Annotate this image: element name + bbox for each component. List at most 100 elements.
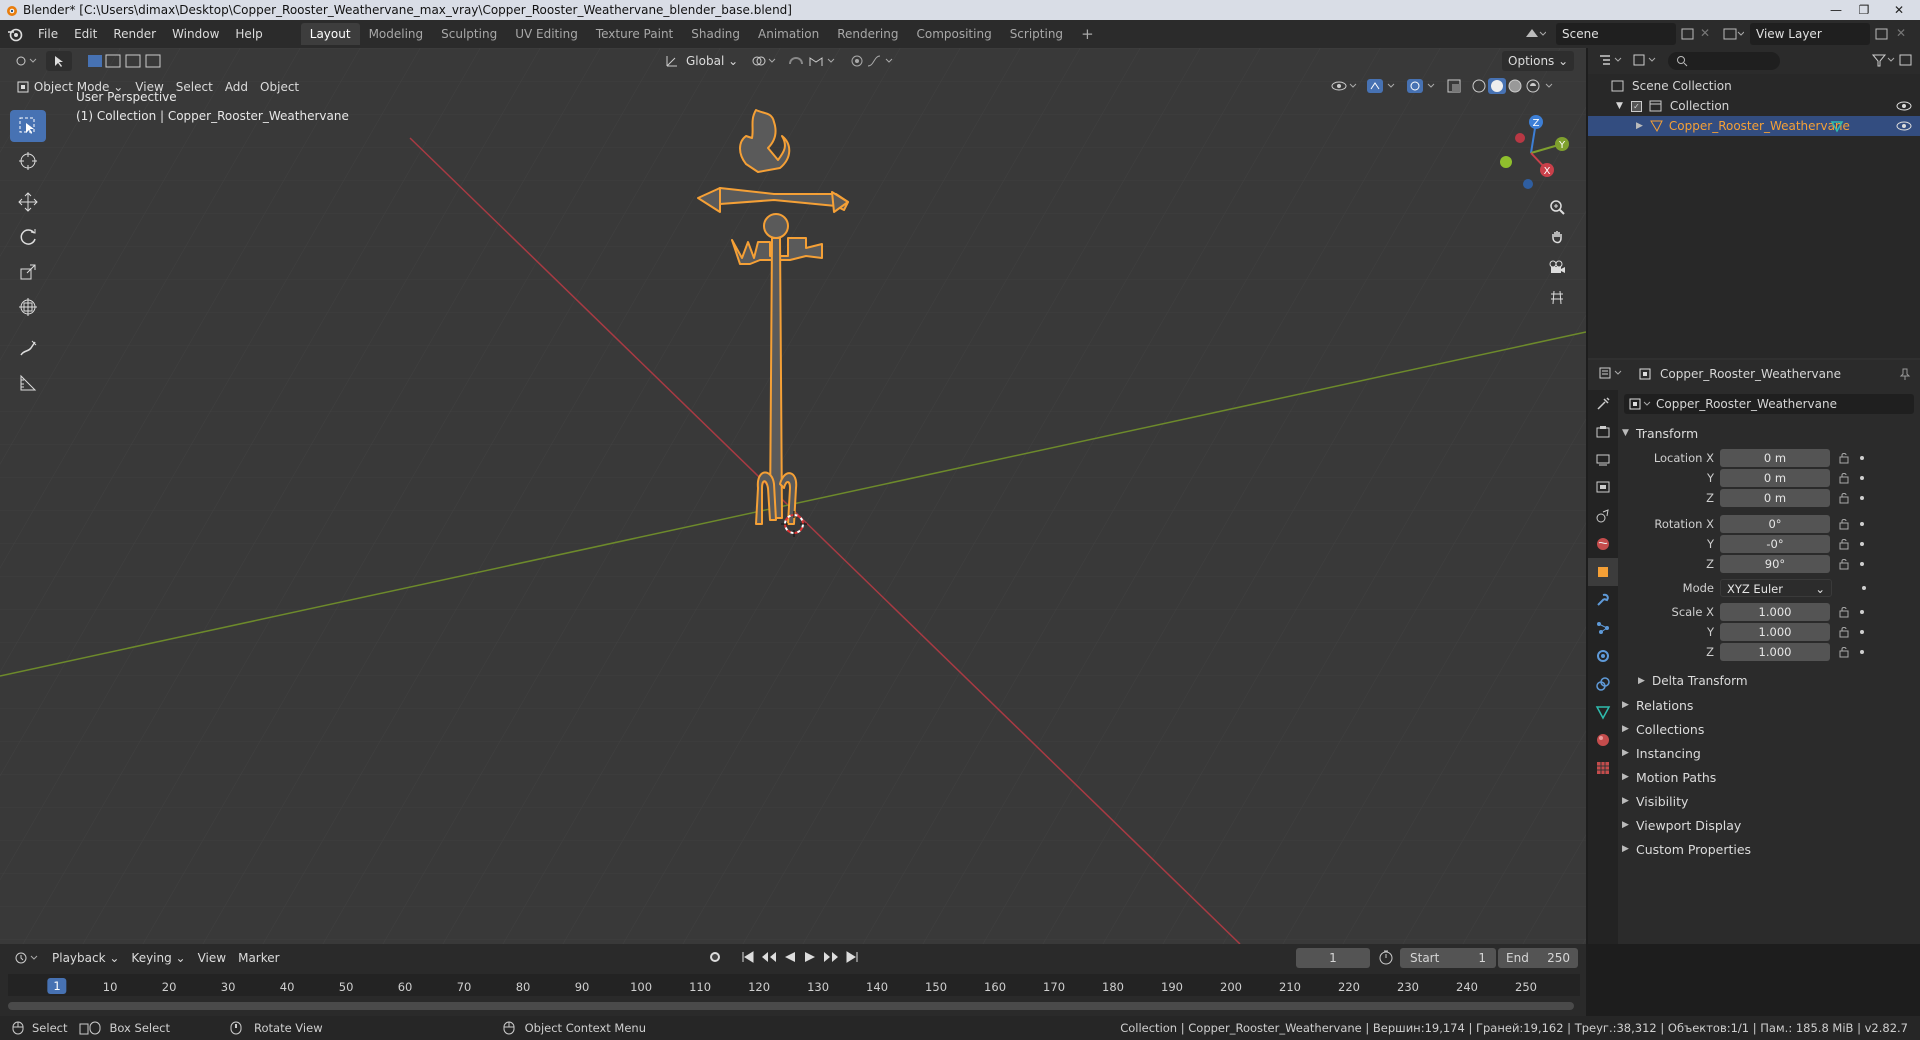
lock-icon[interactable]	[1838, 538, 1850, 550]
object-name-field[interactable]: Copper_Rooster_Weathervane	[1624, 394, 1914, 414]
snap-icon[interactable]	[782, 51, 844, 71]
timeline-scrollbar[interactable]	[8, 1002, 1574, 1010]
timeline-keying-menu[interactable]: Keying ⌄	[125, 948, 191, 968]
annotate-tool-icon[interactable]	[10, 332, 46, 364]
collection-checkbox[interactable]: ✓	[1630, 100, 1642, 112]
prev-keyframe-icon[interactable]	[760, 949, 778, 968]
jump-start-icon[interactable]	[740, 949, 756, 968]
lock-icon[interactable]	[1838, 606, 1850, 618]
properties-editor-icon[interactable]	[1598, 366, 1624, 383]
menu-edit[interactable]: Edit	[66, 27, 105, 41]
tab-layout[interactable]: Layout	[300, 23, 360, 45]
relations-panel-header[interactable]: ▶ Relations	[1622, 694, 1920, 716]
outliner-scene-collection[interactable]: Scene Collection	[1588, 76, 1920, 96]
tab-modeling[interactable]: Modeling	[360, 23, 433, 45]
delta-transform-header[interactable]: ▶ Delta Transform	[1638, 670, 1920, 692]
minimize-button[interactable]: —	[1822, 1, 1850, 19]
weathervane-object[interactable]	[694, 108, 894, 528]
motion-paths-panel-header[interactable]: ▶ Motion Paths	[1622, 766, 1920, 788]
rotate-tool-icon[interactable]	[10, 221, 46, 253]
scale-x-field[interactable]: 1.000	[1720, 603, 1830, 621]
viewport-menu-object[interactable]: Object	[254, 77, 305, 97]
keyframe-dot-icon[interactable]	[1860, 456, 1864, 460]
collection-visibility-icon[interactable]	[1896, 100, 1912, 112]
lock-icon[interactable]	[1838, 558, 1850, 570]
lock-icon[interactable]	[1838, 472, 1850, 484]
rotation-y-field[interactable]: -0°	[1720, 535, 1830, 553]
measure-tool-icon[interactable]	[10, 367, 46, 399]
scale-z-field[interactable]: 1.000	[1720, 643, 1830, 661]
select-box-tool-icon[interactable]	[10, 110, 46, 142]
lock-icon[interactable]	[1838, 518, 1850, 530]
object-visibility-icon[interactable]	[1896, 120, 1912, 132]
scene-field[interactable]: Scene	[1556, 23, 1676, 45]
output-tab-icon[interactable]	[1588, 446, 1618, 474]
transform-panel-header[interactable]: ▼ Transform	[1622, 422, 1920, 444]
viewport-menu-select[interactable]: Select	[170, 77, 219, 97]
keyframe-dot-icon[interactable]	[1860, 650, 1864, 654]
keyframe-dot-icon[interactable]	[1860, 630, 1864, 634]
gizmo-toggle-icon[interactable]	[1366, 78, 1400, 97]
3d-viewport[interactable]: Global ⌄ Options ⌄ Object Mode ⌄ View Se…	[0, 48, 1586, 944]
close-button[interactable]: ✕	[1878, 1, 1920, 19]
constraints-tab-icon[interactable]	[1588, 670, 1618, 698]
visibility-icon[interactable]	[1330, 78, 1360, 97]
lock-icon[interactable]	[1838, 626, 1850, 638]
tab-animation[interactable]: Animation	[749, 23, 828, 45]
material-tab-icon[interactable]	[1588, 726, 1618, 754]
tab-rendering[interactable]: Rendering	[828, 23, 907, 45]
view-layer-icon[interactable]	[1722, 26, 1745, 45]
timeline-marker-menu[interactable]: Marker	[232, 948, 285, 968]
location-y-field[interactable]: 0 m	[1720, 469, 1830, 487]
cursor-tool-icon[interactable]	[10, 145, 46, 177]
overlays-icon[interactable]	[1406, 78, 1440, 97]
world-tab-icon[interactable]	[1588, 530, 1618, 558]
location-x-field[interactable]: 0 m	[1720, 449, 1830, 467]
custom-properties-panel-header[interactable]: ▶ Custom Properties	[1622, 838, 1920, 860]
scene-tab-icon[interactable]	[1588, 502, 1618, 530]
lock-icon[interactable]	[1838, 452, 1850, 464]
tool-tab-icon[interactable]	[1588, 390, 1618, 418]
outliner-object-row[interactable]: ▶ Copper_Rooster_Weathervane	[1588, 116, 1920, 136]
particles-tab-icon[interactable]	[1588, 614, 1618, 642]
transform-orientation-dropdown[interactable]: Global ⌄	[680, 51, 744, 71]
menu-window[interactable]: Window	[164, 27, 227, 41]
lock-icon[interactable]	[1838, 492, 1850, 504]
tab-compositing[interactable]: Compositing	[907, 23, 1000, 45]
end-frame-field[interactable]: End 250	[1498, 948, 1578, 968]
outliner-collection[interactable]: ▼ ✓ Collection	[1588, 96, 1920, 116]
proportional-editing-icon[interactable]	[844, 51, 902, 71]
object-expand-icon[interactable]: ▶	[1636, 121, 1643, 131]
display-mode-icon[interactable]	[1632, 53, 1658, 70]
camera-view-icon[interactable]	[1544, 254, 1570, 280]
play-icon[interactable]	[802, 949, 818, 968]
tab-uv-editing[interactable]: UV Editing	[506, 23, 587, 45]
timeline-playback-menu[interactable]: Playback ⌄	[46, 948, 125, 968]
orthographic-toggle-icon[interactable]	[1544, 284, 1570, 310]
pan-hand-icon[interactable]	[1544, 224, 1570, 250]
collections-panel-header[interactable]: ▶ Collections	[1622, 718, 1920, 740]
visibility-panel-header[interactable]: ▶ Visibility	[1622, 790, 1920, 812]
record-icon[interactable]	[706, 948, 724, 969]
mesh-data-icon[interactable]	[1830, 119, 1844, 133]
data-tab-icon[interactable]	[1588, 698, 1618, 726]
outliner-search-input[interactable]	[1668, 52, 1780, 70]
render-tab-icon[interactable]	[1588, 418, 1618, 446]
menu-render[interactable]: Render	[105, 27, 164, 41]
play-reverse-icon[interactable]	[782, 949, 798, 968]
rotation-x-field[interactable]: 0°	[1720, 515, 1830, 533]
physics-tab-icon[interactable]	[1588, 642, 1618, 670]
timeline-editor-icon[interactable]	[8, 948, 46, 968]
keyframe-dot-icon[interactable]	[1860, 476, 1864, 480]
tab-texture-paint[interactable]: Texture Paint	[587, 23, 682, 45]
scene-selector-icon[interactable]	[1524, 25, 1547, 46]
keyframe-dot-icon[interactable]	[1860, 610, 1864, 614]
select-mode-icons[interactable]	[80, 51, 178, 71]
remove-scene-icon[interactable]: ✕	[1700, 26, 1710, 40]
transform-tool-icon[interactable]	[10, 291, 46, 323]
shading-modes-icons[interactable]	[1470, 77, 1560, 97]
rotation-z-field[interactable]: 90°	[1720, 555, 1830, 573]
new-scene-icon[interactable]	[1680, 26, 1696, 45]
view-layer-field[interactable]: View Layer	[1750, 23, 1870, 45]
editor-type-icon[interactable]	[8, 51, 44, 71]
